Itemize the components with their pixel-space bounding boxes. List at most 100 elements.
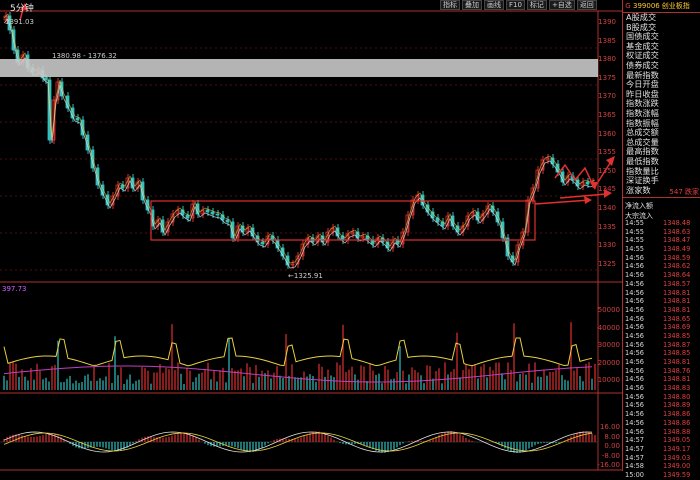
- tick-row: 14:56 1348.65: [623, 315, 700, 324]
- tick-price: 1348.89: [663, 401, 691, 410]
- tick-row: 14:56 1348.85: [623, 349, 700, 358]
- toolbar-f10-button[interactable]: F10: [506, 0, 525, 10]
- tick-time: 14:56: [625, 384, 645, 393]
- tick-row: 14:56 1348.88: [623, 428, 700, 437]
- falling-count-row: 547 跌家: [623, 187, 700, 197]
- tick-row: 14:56 1348.81: [623, 297, 700, 306]
- tick-time: 14:55: [625, 245, 645, 254]
- toolbar-add-watchlist-button[interactable]: +自选: [548, 0, 575, 10]
- tick-time: 14:56: [625, 410, 645, 419]
- tick-row: 14:56 1348.57: [623, 280, 700, 289]
- tick-row: 14:57 1349.17: [623, 445, 700, 454]
- low-price-label: ←1325.91: [288, 272, 323, 280]
- axis-tick-label: 1360: [598, 129, 616, 138]
- period-label[interactable]: 5分钟: [10, 1, 34, 14]
- start-price-label: 1391.03: [5, 18, 34, 26]
- tick-list[interactable]: 14:55 1348.48 14:55 1348.63 14:55 1348.47 14:5…: [623, 219, 700, 480]
- kline-chart[interactable]: [0, 0, 622, 471]
- tick-price: 1348.57: [663, 279, 691, 288]
- index-name[interactable]: 创业板指: [662, 1, 690, 11]
- tick-price: 1348.63: [663, 227, 691, 236]
- axis-tick-label: 1325: [598, 259, 616, 268]
- tick-price: 1348.64: [663, 271, 691, 280]
- tick-time: 14:56: [625, 375, 645, 384]
- axis-tick-label: 1390: [598, 18, 616, 26]
- tick-price: 1349.05: [663, 436, 691, 445]
- axis-tick-label: 50000: [597, 306, 620, 314]
- tick-time: 14:57: [625, 453, 645, 462]
- toolbar-overlay-button[interactable]: 叠加: [462, 0, 482, 10]
- axis-tick-label: 1335: [598, 222, 616, 231]
- tick-price: 1348.81: [663, 288, 691, 297]
- candle-body: [260, 241, 265, 245]
- chart-area[interactable]: 5分钟 1391.03 1380.98 - 1376.32 ←1325.91 3…: [0, 0, 622, 471]
- tick-row: 14:55 1348.63: [623, 228, 700, 237]
- candle-body: [225, 219, 230, 223]
- axis-tick-label: 10000: [597, 376, 620, 384]
- tick-price: 1348.81: [663, 305, 691, 314]
- tick-time: 14:57: [625, 444, 645, 453]
- axis-tick-label: 1330: [598, 241, 616, 250]
- tick-price: 1348.88: [663, 427, 691, 436]
- tick-price: 1348.85: [663, 349, 691, 358]
- tick-price: 1348.62: [663, 262, 691, 271]
- axis-tick-label: 1365: [598, 111, 616, 119]
- chart-toolbar: 指标 叠加 画线 F10 标记 +自选 返回: [440, 0, 597, 10]
- quote-panel: G 399006 创业板指 A股成交 B股成交 国债成交 基金成交 权证成交 债券成交 最新…: [622, 0, 700, 479]
- tick-time: 14:58: [625, 462, 645, 471]
- tick-row: 14:56 1348.81: [623, 306, 700, 315]
- tick-price: 1349.17: [663, 444, 691, 453]
- tick-row: 15:00 1349.59: [623, 471, 700, 480]
- tick-time: 14:56: [625, 358, 645, 366]
- arrow-up-right-head: [606, 156, 615, 166]
- candle-body: [585, 181, 590, 185]
- tick-row: 14:57 1349.05: [623, 436, 700, 445]
- tick-price: 1348.86: [663, 410, 691, 419]
- tick-time: 14:56: [625, 349, 645, 358]
- axis-tick-label: 1375: [598, 73, 616, 82]
- falling-count: 547 跌家: [669, 188, 699, 196]
- toolbar-indicator-button[interactable]: 指标: [440, 0, 460, 10]
- tick-row: 14:56 1348.81: [623, 358, 700, 367]
- tick-row: 14:56 1348.85: [623, 332, 700, 341]
- tick-price: 1348.59: [663, 253, 691, 262]
- tick-row: 14:55 1348.47: [623, 236, 700, 245]
- axis-tick-label: 40000: [597, 323, 620, 332]
- candle-body: [215, 213, 220, 216]
- axis-tick-label: 16.00: [599, 423, 620, 431]
- tick-price: 1348.65: [663, 314, 691, 323]
- tick-time: 14:56: [625, 427, 645, 436]
- volume-ma-yellow: [3, 337, 593, 367]
- tick-time: 14:56: [625, 392, 645, 401]
- tick-row: 14:56 1348.83: [623, 384, 700, 393]
- axis-tick-label: 1370: [598, 92, 616, 101]
- tick-row: 14:56 1348.81: [623, 375, 700, 384]
- toolbar-draw-button[interactable]: 画线: [484, 0, 504, 10]
- stat-menu: A股成交 B股成交 国债成交 基金成交 权证成交 债券成交 最新指数 今日开盘 昨日收盘 指数涨跌…: [623, 12, 700, 195]
- tick-time: 14:56: [625, 340, 645, 349]
- tick-time: 14:55: [625, 219, 645, 227]
- axis-tick-label: 1380: [598, 55, 616, 64]
- tick-price: 1348.69: [663, 323, 691, 332]
- breadth-stats: 547 跌家 净流入额 大宗流入: [623, 187, 700, 221]
- tick-row: 14:56 1348.89: [623, 401, 700, 410]
- arrow-box: [534, 199, 591, 205]
- tick-time: 14:56: [625, 253, 645, 262]
- tick-row: 14:56 1348.86: [623, 419, 700, 428]
- tick-price: 1348.85: [663, 331, 691, 340]
- tick-time: 14:57: [625, 436, 645, 445]
- toolbar-back-button[interactable]: 返回: [576, 0, 597, 10]
- axis-tick-label: 30000: [597, 341, 620, 349]
- tick-price: 1349.59: [663, 470, 691, 479]
- volume-label: 397.73: [2, 285, 27, 293]
- axis-tick-label: 1350: [598, 166, 616, 175]
- toolbar-mark-button[interactable]: 标记: [526, 0, 547, 10]
- tick-row: 14:55 1348.48: [623, 219, 700, 228]
- arrow-box-head: [584, 196, 592, 204]
- tick-time: 14:56: [625, 288, 645, 297]
- tick-row: 14:56 1348.80: [623, 393, 700, 402]
- axis-tick-label: 1340: [598, 204, 616, 212]
- index-code[interactable]: 399006: [633, 2, 660, 10]
- tick-time: 14:56: [625, 314, 645, 323]
- tick-row: 14:56 1348.62: [623, 262, 700, 271]
